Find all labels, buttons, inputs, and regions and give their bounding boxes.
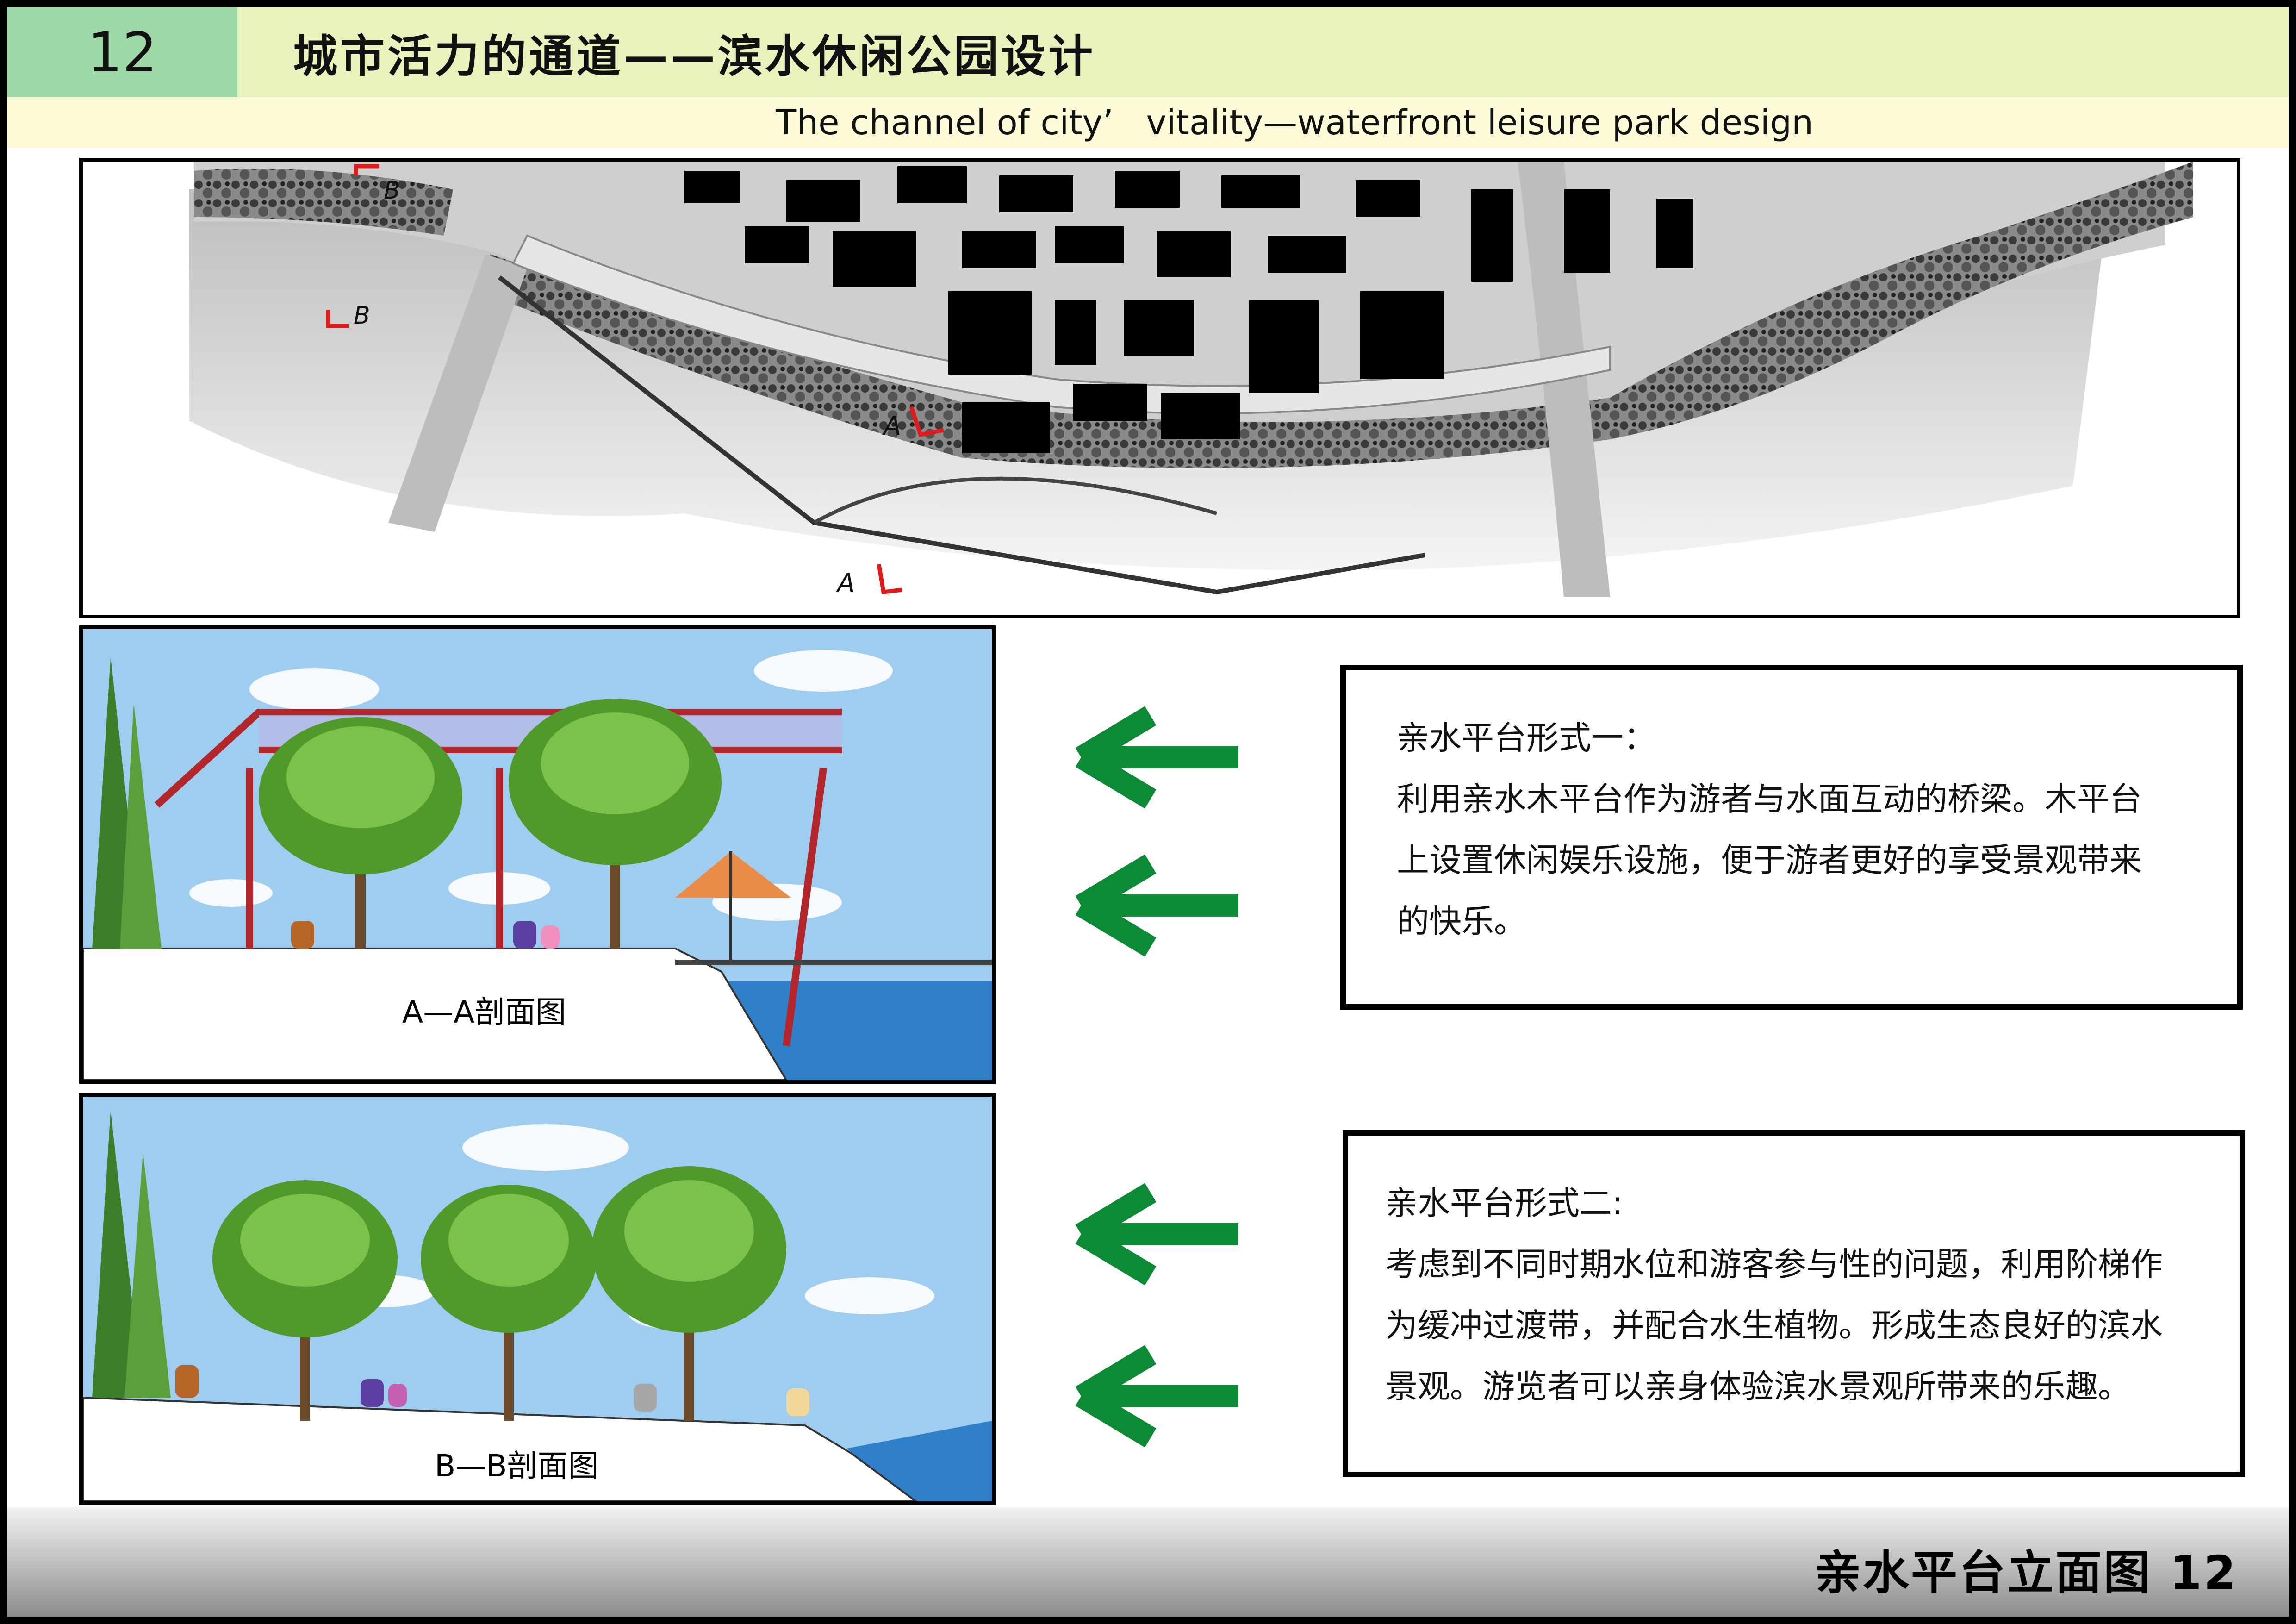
description-line: 考虑到不同时期水位和游客参与性的问题，利用阶梯作 <box>1385 1245 2163 1283</box>
site-plan-drawing: B B A A <box>83 162 2237 615</box>
arrow-left-icon <box>1075 1345 1238 1447</box>
description-line: 的快乐。 <box>1397 902 1526 940</box>
marker-label-a-bottom: A <box>836 568 855 599</box>
page-title: 城市活力的通道——滨水休闲公园设计 <box>293 30 1095 82</box>
section-b-label: B—B剖面图 <box>435 1448 599 1484</box>
arrow-left-icon <box>1075 1183 1238 1285</box>
arrow-left-icon <box>1075 855 1238 956</box>
section-b-panel: B—B剖面图 <box>79 1093 996 1505</box>
description-line: 为缓冲过渡带，并配合水生植物。形成生态良好的滨水 <box>1385 1306 2163 1344</box>
page-number: 12 <box>7 7 237 97</box>
section-b-drawing: B—B剖面图 <box>83 1097 992 1501</box>
description-line: 上设置休闲娱乐设施，便于游者更好的享受景观带来 <box>1397 841 2142 879</box>
footer-label: 亲水平台立面图 12 <box>1815 1546 2238 1600</box>
marker-label-b-left: B <box>354 302 370 330</box>
subtitle-bar: The channel of city’ vitality—waterfront… <box>7 97 2289 148</box>
site-plan: B B A A <box>79 158 2240 618</box>
description-box-2: 亲水平台形式二: 考虑到不同时期水位和游客参与性的问题，利用阶梯作 为缓冲过渡带… <box>1343 1130 2245 1477</box>
marker-label-a-top: A <box>882 411 901 441</box>
page: 12 城市活力的通道——滨水休闲公园设计 The channel of city… <box>7 7 2289 1617</box>
section-a-drawing: A—A剖面图 <box>83 629 992 1080</box>
description-box-1: 亲水平台形式一： 利用亲水木平台作为游者与水面互动的桥梁。木平台 上设置休闲娱乐… <box>1340 665 2243 1010</box>
marker-label-b-top: B <box>384 177 400 205</box>
footer-bar: 亲水平台立面图 12 <box>7 1507 2289 1617</box>
description-line: 景观。游览者可以亲身体验滨水景观所带来的乐趣。 <box>1385 1368 2130 1405</box>
title-bar: 城市活力的通道——滨水休闲公园设计 <box>237 7 2289 97</box>
arrow-left-icon <box>1075 706 1238 808</box>
description-line: 利用亲水木平台作为游者与水面互动的桥梁。木平台 <box>1397 780 2142 818</box>
description-title: 亲水平台形式二: <box>1385 1184 1623 1222</box>
section-a-panel: A—A剖面图 <box>79 625 996 1084</box>
section-a-label: A—A剖面图 <box>402 994 566 1030</box>
description-title: 亲水平台形式一： <box>1397 719 1656 757</box>
page-subtitle: The channel of city’ vitality—waterfront… <box>776 103 1814 143</box>
